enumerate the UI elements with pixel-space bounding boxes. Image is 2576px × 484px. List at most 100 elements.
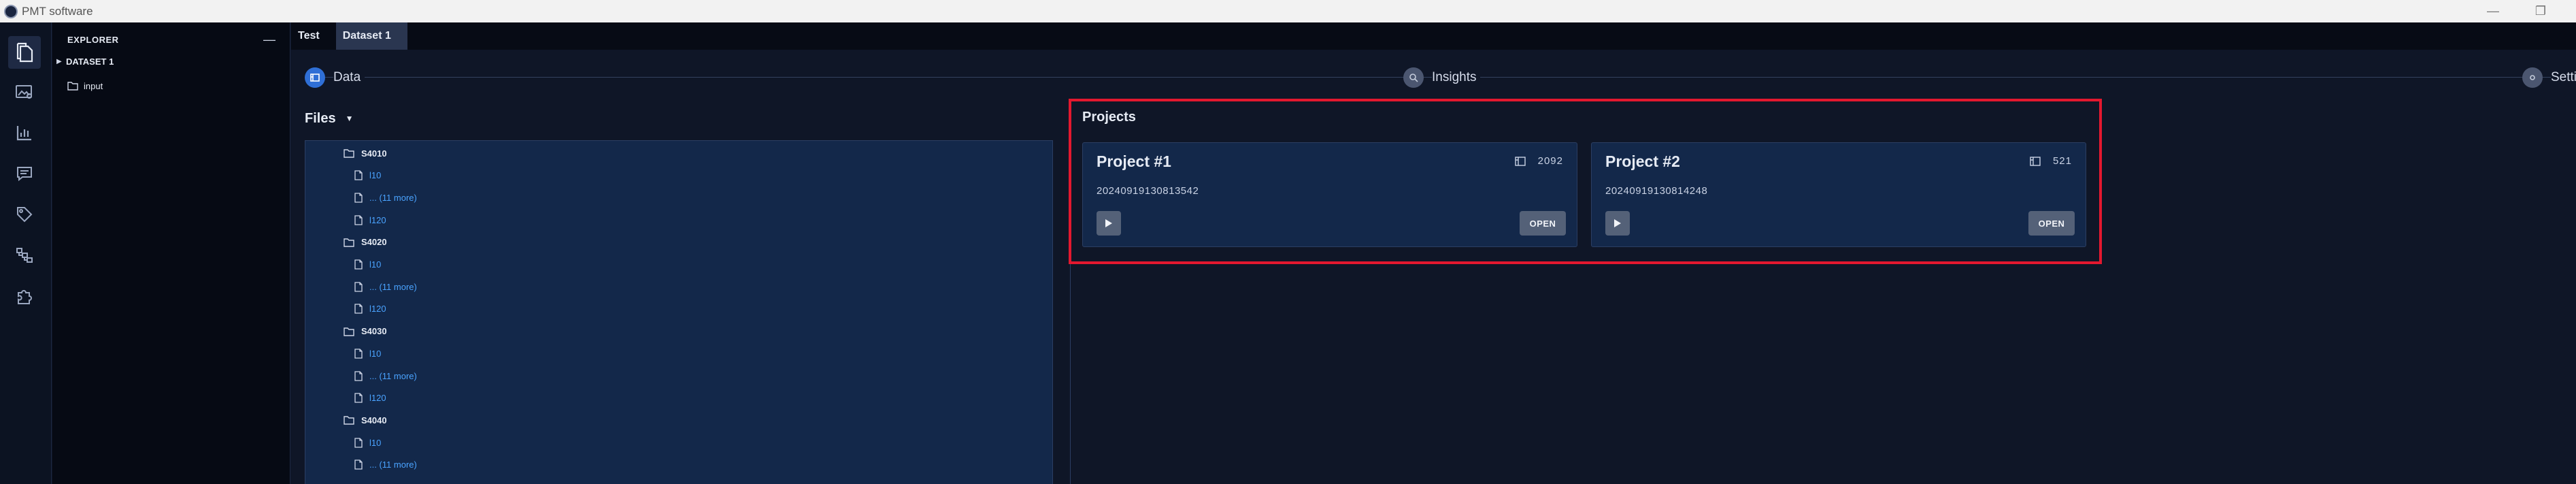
- project-name: Project #1: [1097, 152, 1171, 170]
- tree-item-input-label: input: [84, 80, 103, 91]
- activity-bar: [0, 22, 52, 484]
- tree-file-label: l10: [369, 170, 382, 181]
- chart-icon[interactable]: [8, 116, 41, 149]
- file-icon: [354, 437, 363, 448]
- step-insights[interactable]: Insights: [1403, 67, 1481, 88]
- files-dropdown[interactable]: Files ▼: [305, 108, 353, 129]
- tree-file-label: l10: [369, 348, 382, 359]
- tree-folder-label: S4010: [361, 148, 387, 159]
- tree-file-label: ... (11 more): [369, 370, 417, 381]
- project-timestamp: 20240919130813542: [1097, 185, 1199, 197]
- step-insights-label: Insights: [1432, 70, 1481, 85]
- chevron-right-icon: ▶: [56, 57, 62, 65]
- file-icon: [354, 259, 363, 270]
- tree-file[interactable]: ... (11 more): [354, 277, 417, 296]
- project-timestamp: 20240919130814248: [1605, 185, 1708, 197]
- collapse-explorer-button[interactable]: —: [261, 29, 278, 50]
- project-count: 521: [2030, 155, 2072, 167]
- tree-file-label: l10: [369, 259, 382, 270]
- tag-icon[interactable]: [8, 198, 41, 231]
- folder-icon: [344, 327, 354, 336]
- comments-icon[interactable]: [8, 157, 41, 190]
- folder-icon: [67, 82, 78, 91]
- tree-file[interactable]: l10: [354, 255, 381, 274]
- tree-folder[interactable]: S4030: [344, 322, 387, 341]
- settings-step-icon: [2522, 67, 2543, 88]
- tree-folder-label: S4040: [361, 415, 387, 425]
- app-logo-icon: [4, 4, 18, 18]
- step-settings[interactable]: Setti: [2522, 67, 2576, 88]
- main-content: Data Insights Setti Files ▼ S4010 l10 ... …: [291, 50, 2576, 484]
- title-bar: PMT software — ❐: [0, 0, 2576, 22]
- tree-file[interactable]: l10: [354, 344, 381, 363]
- tree-file[interactable]: l120: [354, 389, 386, 408]
- tree-file[interactable]: l120: [354, 210, 386, 229]
- files-tree-panel: S4010 l10 ... (11 more) l120 S4020 l10 ... (11…: [305, 140, 1053, 484]
- step-data-label: Data: [333, 70, 365, 85]
- extensions-puzzle-icon[interactable]: [8, 280, 41, 312]
- maximize-icon[interactable]: ❐: [2517, 0, 2564, 22]
- tab-test-label: Test: [298, 30, 320, 42]
- tab-dataset-1-label: Dataset 1: [342, 30, 391, 42]
- step-settings-label: Setti: [2551, 70, 2576, 85]
- run-project-button[interactable]: [1605, 211, 1630, 236]
- file-icon: [354, 214, 363, 225]
- open-project-button[interactable]: OPEN: [2028, 211, 2075, 236]
- project-name: Project #2: [1605, 152, 1680, 170]
- tree-file[interactable]: l120: [354, 300, 386, 319]
- tree-folder[interactable]: S4040: [344, 410, 387, 430]
- file-icon: [354, 282, 363, 292]
- tree-folder-label: S4030: [361, 326, 387, 337]
- file-icon: [354, 170, 363, 180]
- tree-item-dataset[interactable]: ▶ DATASET 1: [52, 51, 114, 71]
- tree-folder[interactable]: S4010: [344, 144, 387, 163]
- tree-file-label: ... (11 more): [369, 281, 417, 292]
- tab-dataset-1[interactable]: Dataset 1: [335, 22, 407, 50]
- dataset-icon: [1514, 156, 1526, 166]
- project-card[interactable]: Project #1 2092 20240919130813542 OPEN: [1082, 142, 1577, 247]
- project-count: 2092: [1514, 155, 1563, 167]
- step-data[interactable]: Data: [305, 67, 365, 88]
- flow-steps-icon[interactable]: [8, 239, 41, 272]
- image-search-icon[interactable]: [8, 76, 41, 108]
- insights-step-icon: [1403, 67, 1424, 88]
- file-icon: [354, 349, 363, 359]
- explorer-files-icon[interactable]: [8, 36, 41, 69]
- tree-item-input[interactable]: input: [67, 76, 103, 96]
- tree-file-label: ... (11 more): [369, 459, 417, 470]
- files-title: Files: [305, 110, 336, 126]
- tree-item-dataset-label: DATASET 1: [66, 56, 114, 67]
- caret-down-icon: ▼: [345, 114, 354, 123]
- project-card[interactable]: Project #2 521 20240919130814248 OPEN: [1591, 142, 2086, 247]
- tree-file-label: l120: [369, 304, 386, 314]
- project-count-value: 2092: [1537, 155, 1563, 167]
- play-icon: [1614, 219, 1621, 227]
- tree-file-label: ... (11 more): [369, 192, 417, 203]
- folder-icon: [344, 238, 354, 247]
- data-step-icon: [305, 67, 325, 88]
- explorer-panel: EXPLORER — ▶ DATASET 1 input: [52, 22, 290, 484]
- tree-file[interactable]: ... (11 more): [354, 188, 417, 207]
- tree-folder[interactable]: S4020: [344, 233, 387, 252]
- projects-section: Projects Project #1 2092 202409191308135…: [1069, 99, 2102, 264]
- file-icon: [354, 459, 363, 470]
- minimize-icon[interactable]: —: [2469, 0, 2517, 22]
- folder-icon: [344, 416, 354, 425]
- tree-file-label: l10: [369, 437, 382, 448]
- file-icon: [354, 370, 363, 381]
- file-icon: [354, 393, 363, 403]
- run-project-button[interactable]: [1097, 211, 1121, 236]
- tree-file[interactable]: l10: [354, 433, 381, 452]
- project-count-value: 521: [2052, 155, 2072, 167]
- tree-file[interactable]: ... (11 more): [354, 455, 417, 474]
- play-icon: [1105, 219, 1112, 227]
- window-title: PMT software: [22, 4, 93, 18]
- file-icon: [354, 193, 363, 203]
- tree-file[interactable]: l10: [354, 166, 381, 185]
- file-icon: [354, 304, 363, 314]
- tree-file[interactable]: ... (11 more): [354, 366, 417, 385]
- open-project-button[interactable]: OPEN: [1520, 211, 1566, 236]
- tab-test[interactable]: Test: [291, 22, 336, 50]
- explorer-header: EXPLORER: [67, 34, 119, 45]
- projects-title: Projects: [1082, 110, 1136, 125]
